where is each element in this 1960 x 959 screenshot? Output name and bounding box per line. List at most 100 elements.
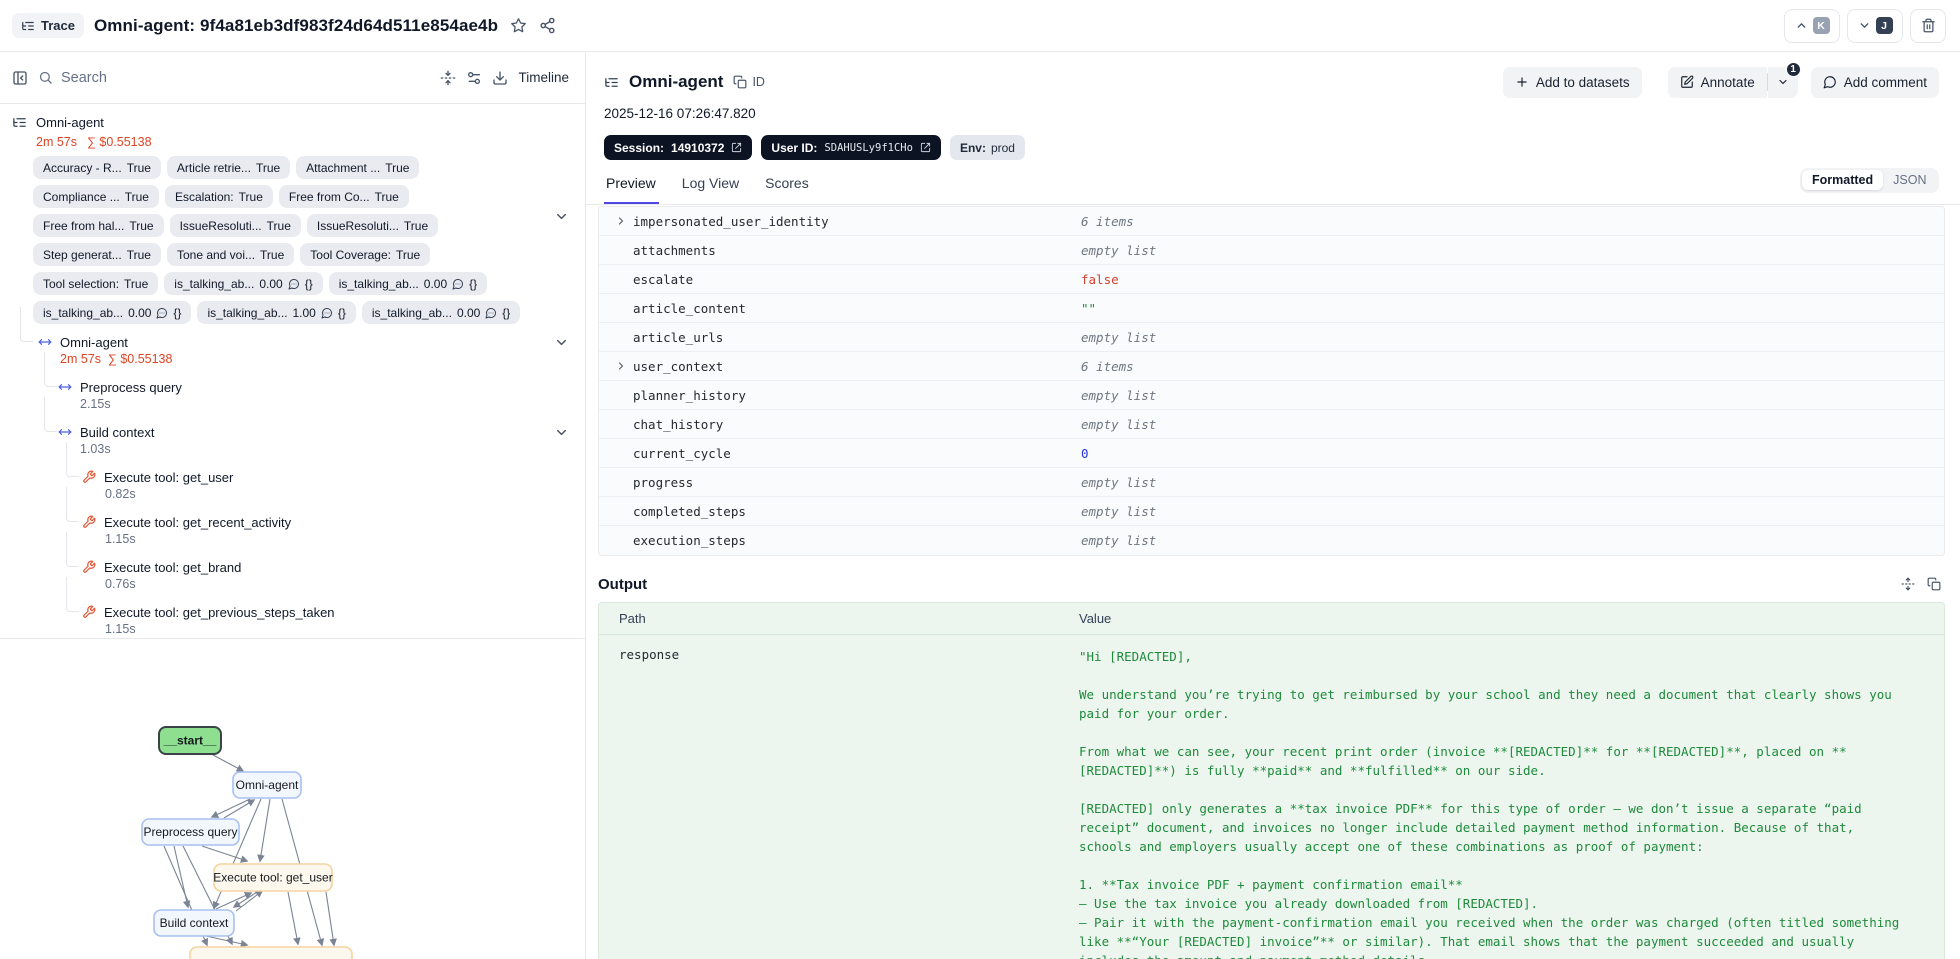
score-badge-label: is_talking_ab...	[174, 276, 255, 291]
score-badge-label: IssueResoluti...	[179, 218, 262, 233]
span-name: Execute tool: get_brand	[104, 559, 242, 575]
score-badge[interactable]: Tool selection: True	[33, 272, 159, 295]
input-value: empty list	[1081, 503, 1157, 519]
settings-sliders-icon[interactable]	[466, 70, 482, 86]
svg-text:Execute tool: get_user: Execute tool: get_user	[213, 871, 332, 885]
id-label[interactable]: ID	[752, 75, 765, 89]
session-value: 14910372	[671, 140, 725, 155]
input-key: execution_steps	[633, 533, 746, 548]
trash-icon	[1921, 18, 1936, 33]
output-col-value: Value	[1079, 611, 1112, 626]
external-link-icon	[920, 142, 931, 153]
graph-node-partial[interactable]	[189, 946, 353, 959]
score-badge[interactable]: Compliance ... True	[33, 185, 159, 208]
collapse-all-icon[interactable]	[440, 70, 456, 86]
score-badge-label: is_talking_ab...	[207, 305, 288, 320]
input-key: planner_history	[633, 387, 746, 403]
span-name: Execute tool: get_recent_activity	[104, 514, 292, 530]
agent-graph[interactable]: __start__ Omni-agent Preprocess query Execu…	[0, 638, 585, 959]
add-comment-button[interactable]: Add comment	[1810, 66, 1939, 98]
expand-chevron-icon[interactable]	[615, 215, 627, 227]
input-value: empty list	[1081, 242, 1157, 258]
add-to-datasets-button[interactable]: Add to datasets	[1502, 66, 1642, 98]
tree-item-preprocess-query[interactable]: Preprocess query 2.15s	[0, 352, 585, 414]
score-badge-value: 1.00	[292, 305, 316, 320]
input-key: completed_steps	[633, 503, 746, 519]
tree-item-build-context[interactable]: Build context 1.03s	[0, 397, 585, 459]
preview-content: impersonated_user_identity 6 items attachm…	[586, 198, 1960, 959]
input-key: progress	[633, 474, 694, 490]
format-toggle[interactable]: Formatted JSON	[1799, 167, 1939, 193]
score-badge[interactable]: Article retrie... True	[166, 156, 291, 179]
graph-node-__start__[interactable]: __start__	[158, 726, 222, 755]
format-option-formatted[interactable]: Formatted	[1802, 170, 1884, 190]
tree-item-execute-tool-get-brand[interactable]: Execute tool: get_brand 0.76s	[0, 532, 585, 594]
user-id-pill[interactable]: User ID: SDAHUSLy9f1CHo	[761, 135, 941, 160]
score-badge-value: True	[395, 247, 421, 262]
download-icon[interactable]	[492, 70, 508, 86]
graph-node-Preprocess query[interactable]: Preprocess query	[141, 818, 240, 846]
score-badge[interactable]: is_talking_ab... 0.00 {}	[164, 272, 323, 295]
timeline-toggle[interactable]: Timeline	[518, 70, 569, 85]
search-input[interactable]: Search	[38, 70, 430, 86]
chevron-down-icon[interactable]	[554, 335, 569, 350]
detail-title-row: Omni-agent ID Add to datasets Annotate 1…	[604, 61, 1939, 99]
tree-item-execute-tool-get-user[interactable]: Execute tool: get_user 0.82s	[0, 442, 585, 504]
list-tree-icon	[604, 75, 619, 90]
score-badge[interactable]: Accuracy - R... True	[33, 156, 161, 179]
wrench-icon	[82, 515, 96, 529]
copy-id-icon[interactable]	[733, 75, 747, 89]
tree-children: Omni-agent 2m 57s ∑ $0.55138 Preprocess qu…	[0, 307, 585, 638]
expand-chevron-icon[interactable]	[615, 360, 627, 372]
trace-chip-label: Trace	[41, 18, 75, 33]
score-badge[interactable]: is_talking_ab... 1.00 {}	[197, 301, 356, 324]
copy-icon[interactable]	[1927, 577, 1941, 591]
graph-node-Execute tool: get_user[interactable]: Execute tool: get_user	[213, 863, 333, 892]
tree-item-execute-tool-get-recent-activity[interactable]: Execute tool: get_recent_activity 1.15s	[0, 487, 585, 549]
score-badge[interactable]: Tool Coverage: True	[300, 243, 431, 266]
delete-trace-button[interactable]	[1910, 8, 1946, 43]
span-duration: 2.15s	[80, 397, 111, 411]
trace-tree-sidebar: Search Timeline Omni-agent 2m 57s ∑ $0.5…	[0, 52, 586, 959]
score-badge-json: {}	[173, 305, 182, 320]
score-badge[interactable]: is_talking_ab... 0.00 {}	[33, 301, 192, 324]
external-link-icon	[731, 142, 742, 153]
score-badge[interactable]: Free from hal... True	[33, 214, 164, 237]
score-badge[interactable]: IssueResoluti... True	[306, 214, 439, 237]
unfold-vertical-icon[interactable]	[1901, 577, 1915, 591]
score-badge-value: True	[129, 218, 154, 233]
score-badge[interactable]: Tone and voi... True	[166, 243, 295, 266]
annotate-label: Annotate	[1700, 74, 1755, 90]
chevron-down-icon[interactable]	[554, 425, 569, 440]
score-badge[interactable]: IssueResoluti... True	[169, 214, 301, 237]
format-option-json[interactable]: JSON	[1883, 170, 1936, 190]
input-row-article_content: article_content ""	[599, 294, 1944, 323]
score-badge-value: True	[374, 189, 399, 204]
trace-chip[interactable]: Trace	[12, 13, 84, 38]
tree-item-omni-agent[interactable]: Omni-agent 2m 57s ∑ $0.55138	[0, 307, 585, 369]
input-row-impersonated_user_identity: impersonated_user_identity 6 items	[599, 207, 1944, 236]
tree-root-item[interactable]: Omni-agent	[0, 112, 585, 132]
score-badge[interactable]: Step generat... True	[33, 243, 161, 266]
session-pill[interactable]: Session: 14910372	[604, 135, 753, 160]
annotate-button[interactable]: Annotate	[1667, 66, 1767, 98]
star-icon[interactable]	[510, 17, 527, 34]
output-path: response	[619, 647, 680, 662]
score-badge[interactable]: Escalation: True	[164, 185, 273, 208]
collapse-panel-icon[interactable]	[12, 70, 28, 86]
root-cost: ∑ $0.55138	[87, 134, 152, 149]
input-kv-table: impersonated_user_identity 6 items attachm…	[598, 206, 1945, 556]
graph-node-Omni-agent[interactable]: Omni-agent	[232, 771, 302, 799]
chevron-down-icon[interactable]	[554, 209, 569, 224]
next-trace-button[interactable]: J	[1847, 8, 1903, 43]
score-badge[interactable]: Free from Co... True	[278, 185, 409, 208]
input-value: 6 items	[1081, 358, 1134, 374]
score-badge[interactable]: Attachment ... True	[296, 156, 420, 179]
prev-trace-button[interactable]: K	[1784, 8, 1840, 43]
share-icon[interactable]	[539, 17, 556, 34]
tree-item-execute-tool-get-previous-steps-taken[interactable]: Execute tool: get_previous_steps_taken 1.…	[0, 577, 585, 638]
annotate-dropdown-button[interactable]: 1	[1767, 61, 1801, 98]
score-badge[interactable]: is_talking_ab... 0.00 {}	[328, 272, 488, 295]
score-badge[interactable]: is_talking_ab... 0.00 {}	[361, 301, 521, 324]
graph-node-Build context[interactable]: Build context	[153, 909, 235, 937]
